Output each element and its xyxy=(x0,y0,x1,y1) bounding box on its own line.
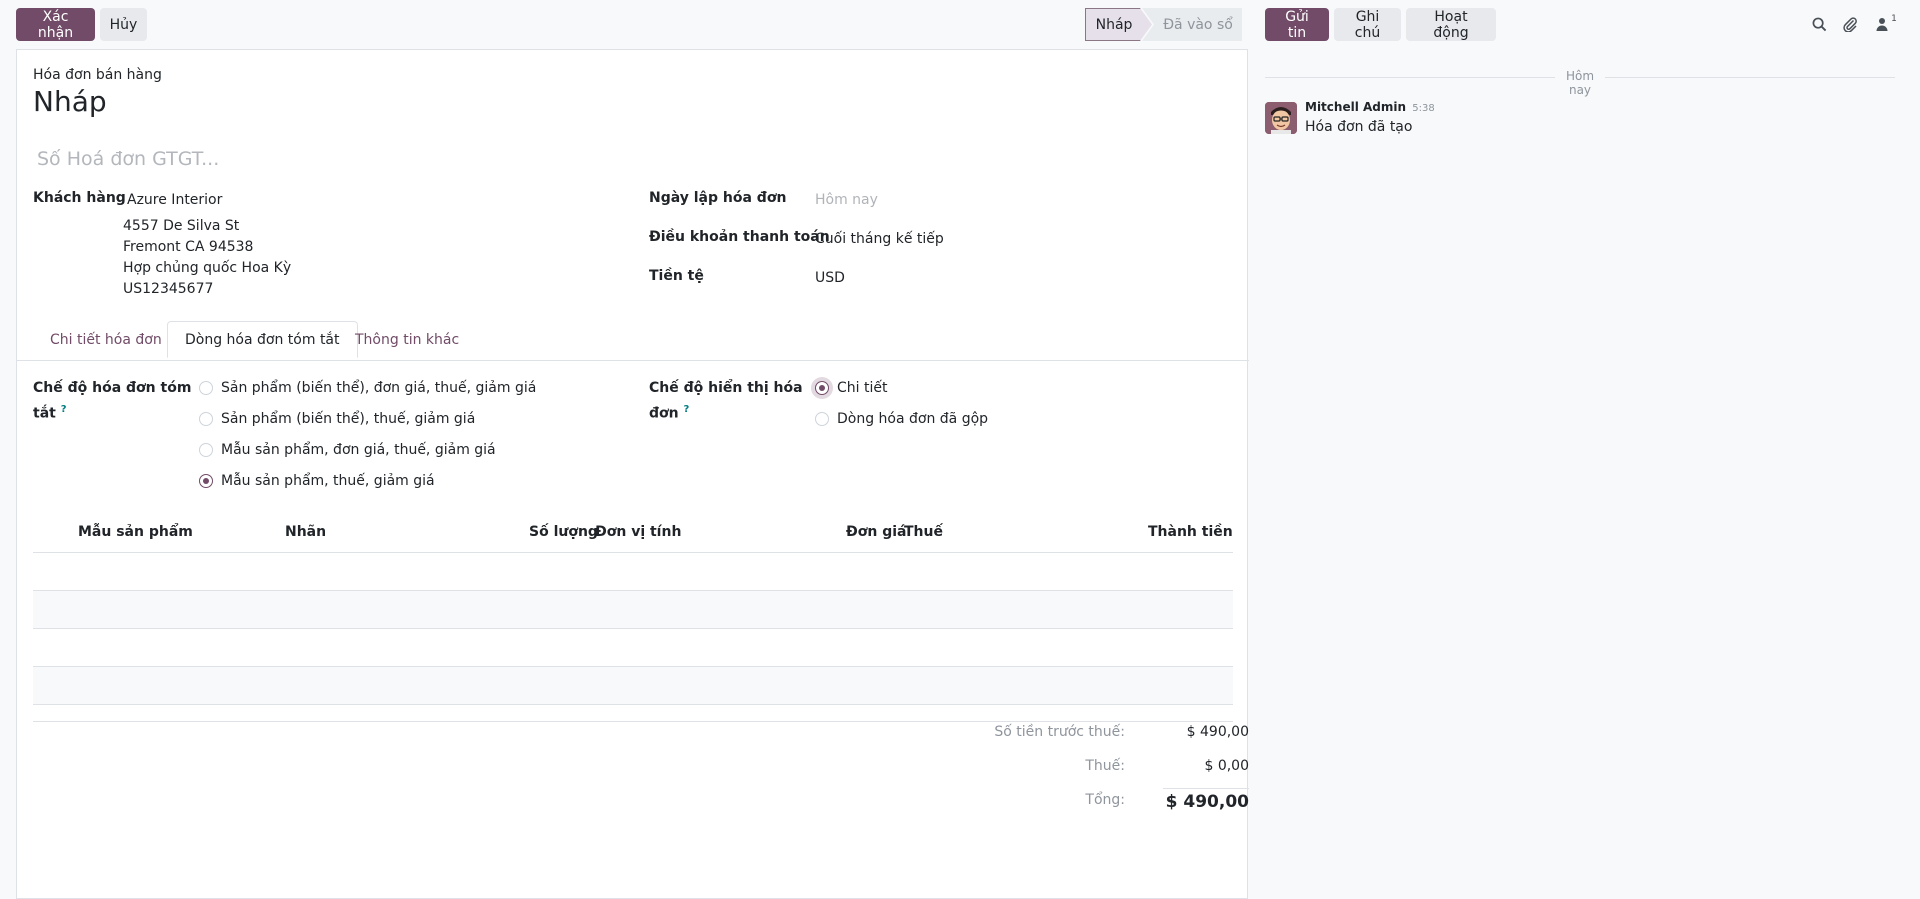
untaxed-amount-value: $ 490,00 xyxy=(1186,724,1249,740)
user-icon xyxy=(1876,18,1888,31)
summary-option-label: Mẫu sản phẩm, thuế, giảm giá xyxy=(221,473,435,489)
display-mode-label-line: Chế độ hiển thị hóa xyxy=(649,380,803,396)
customer-field[interactable]: Azure Interior xyxy=(127,192,222,208)
tab-other-info[interactable]: Thông tin khác xyxy=(338,321,476,358)
summary-option[interactable]: Mẫu sản phẩm, đơn giá, thuế, giảm giá xyxy=(199,442,496,458)
date-separator: Hôm nay xyxy=(1565,69,1595,97)
message-body: Hóa đơn đã tạo xyxy=(1305,119,1413,135)
summary-option[interactable]: Sản phẩm (biến thể), đơn giá, thuế, giảm… xyxy=(199,380,536,396)
document-type: Hóa đơn bán hàng xyxy=(33,67,162,83)
stage-posted-label: Đã vào sổ xyxy=(1163,16,1233,33)
display-option-label: Dòng hóa đơn đã gộp xyxy=(837,411,989,427)
tax-label: Thuế: xyxy=(1085,758,1125,774)
table-row-divider xyxy=(33,628,1233,629)
total-label: Tổng: xyxy=(1085,792,1125,808)
payment-terms-field[interactable]: Cuối tháng kế tiếp xyxy=(815,231,944,247)
currency-field[interactable]: USD xyxy=(815,270,845,286)
column-header[interactable]: Mẫu sản phẩm xyxy=(78,524,193,540)
address-line: Fremont CA 94538 xyxy=(123,239,254,255)
address-line: Hợp chủng quốc Hoa Kỳ xyxy=(123,260,292,276)
search-icon[interactable] xyxy=(1808,13,1830,35)
radio-icon[interactable] xyxy=(199,381,213,395)
table-row-divider xyxy=(33,666,1233,667)
column-header[interactable]: Số lượng xyxy=(529,524,598,540)
table-row[interactable] xyxy=(33,591,1233,628)
summary-option[interactable]: Sản phẩm (biến thể), thuế, giảm giá xyxy=(199,411,475,427)
column-header[interactable]: Đơn giá xyxy=(846,524,906,540)
tab-summary-lines[interactable]: Dòng hóa đơn tóm tắt xyxy=(167,321,358,358)
message-time: 5:38 xyxy=(1412,103,1435,114)
radio-icon[interactable] xyxy=(199,474,213,488)
help-icon[interactable]: ? xyxy=(61,404,67,415)
total-divider xyxy=(1163,788,1249,789)
separator-line xyxy=(1265,77,1555,78)
customer-address: 4557 De Silva St Fremont CA 94538 Hợp ch… xyxy=(123,216,291,300)
radio-icon[interactable] xyxy=(199,412,213,426)
message-author[interactable]: Mitchell Admin 5:38 xyxy=(1305,100,1435,114)
summary-mode-label-line: tắt xyxy=(33,405,56,422)
untaxed-amount-label: Số tiền trước thuế: xyxy=(994,724,1125,740)
radio-icon[interactable] xyxy=(815,381,829,395)
tabs-divider xyxy=(17,360,1249,361)
table-row[interactable] xyxy=(33,667,1233,704)
summary-option-label: Sản phẩm (biến thể), đơn giá, thuế, giảm… xyxy=(221,380,537,396)
status-bar: Nháp Đã vào sổ xyxy=(1085,8,1242,41)
table-row-divider xyxy=(33,704,1233,705)
follower-count: 1 xyxy=(1891,14,1897,24)
form-sheet: Hóa đơn bán hàng Nháp Số Hoá đơn GTGT...… xyxy=(16,49,1249,899)
stage-posted[interactable]: Đã vào sổ xyxy=(1142,8,1242,41)
vat-number-input[interactable]: Số Hoá đơn GTGT... xyxy=(37,148,219,170)
radio-icon[interactable] xyxy=(815,412,829,426)
display-mode-label: Chế độ hiển thị hóa đơn ? xyxy=(649,378,803,425)
payment-terms-label: Điều khoản thanh toán xyxy=(649,229,830,245)
activity-button[interactable]: Hoạt động xyxy=(1406,8,1496,41)
display-option[interactable]: Chi tiết xyxy=(815,380,887,396)
column-header[interactable]: Nhãn xyxy=(285,524,326,540)
column-header[interactable]: Thuế xyxy=(904,524,943,540)
table-header-divider xyxy=(33,552,1233,553)
summary-option-label: Mẫu sản phẩm, đơn giá, thuế, giảm giá xyxy=(221,442,496,458)
summary-mode-label: Chế độ hóa đơn tóm tắt ? xyxy=(33,378,191,425)
column-header[interactable]: Đơn vị tính xyxy=(595,524,681,540)
cancel-button[interactable]: Hủy xyxy=(100,8,147,41)
separator-line xyxy=(1605,77,1895,78)
page-title: Nháp xyxy=(33,85,107,118)
table-bottom-divider xyxy=(33,721,1233,722)
tax-value: $ 0,00 xyxy=(1204,758,1249,774)
invoice-date-label: Ngày lập hóa đơn xyxy=(649,190,787,206)
display-option[interactable]: Dòng hóa đơn đã gộp xyxy=(815,411,988,427)
confirm-button[interactable]: Xác nhận xyxy=(16,8,95,41)
followers-button[interactable]: 1 xyxy=(1872,13,1900,35)
total-value: $ 490,00 xyxy=(1165,792,1249,812)
summary-mode-label-line: Chế độ hóa đơn tóm xyxy=(33,380,192,396)
help-icon[interactable]: ? xyxy=(683,404,689,415)
summary-option-label: Sản phẩm (biến thể), thuế, giảm giá xyxy=(221,411,476,427)
author-name: Mitchell Admin xyxy=(1305,100,1407,114)
avatar[interactable] xyxy=(1265,102,1297,134)
address-line: US12345677 xyxy=(123,281,214,297)
summary-option[interactable]: Mẫu sản phẩm, thuế, giảm giá xyxy=(199,473,435,489)
table-row-divider xyxy=(33,590,1233,591)
display-mode-label-line: đơn xyxy=(649,405,679,422)
radio-icon[interactable] xyxy=(199,443,213,457)
column-header[interactable]: Thành tiền xyxy=(1148,524,1233,540)
stage-draft[interactable]: Nháp xyxy=(1085,8,1152,41)
tab-invoice-details[interactable]: Chi tiết hóa đơn xyxy=(33,321,179,358)
customer-label: Khách hàng xyxy=(33,190,126,206)
display-option-label: Chi tiết xyxy=(837,380,888,396)
log-note-button[interactable]: Ghi chú xyxy=(1334,8,1401,41)
invoice-date-field[interactable]: Hôm nay xyxy=(815,192,878,208)
stage-draft-label: Nháp xyxy=(1095,16,1133,33)
address-line: 4557 De Silva St xyxy=(123,218,240,234)
currency-label: Tiền tệ xyxy=(649,268,704,284)
send-message-button[interactable]: Gửi tin xyxy=(1265,8,1329,41)
paperclip-icon[interactable] xyxy=(1839,13,1861,35)
